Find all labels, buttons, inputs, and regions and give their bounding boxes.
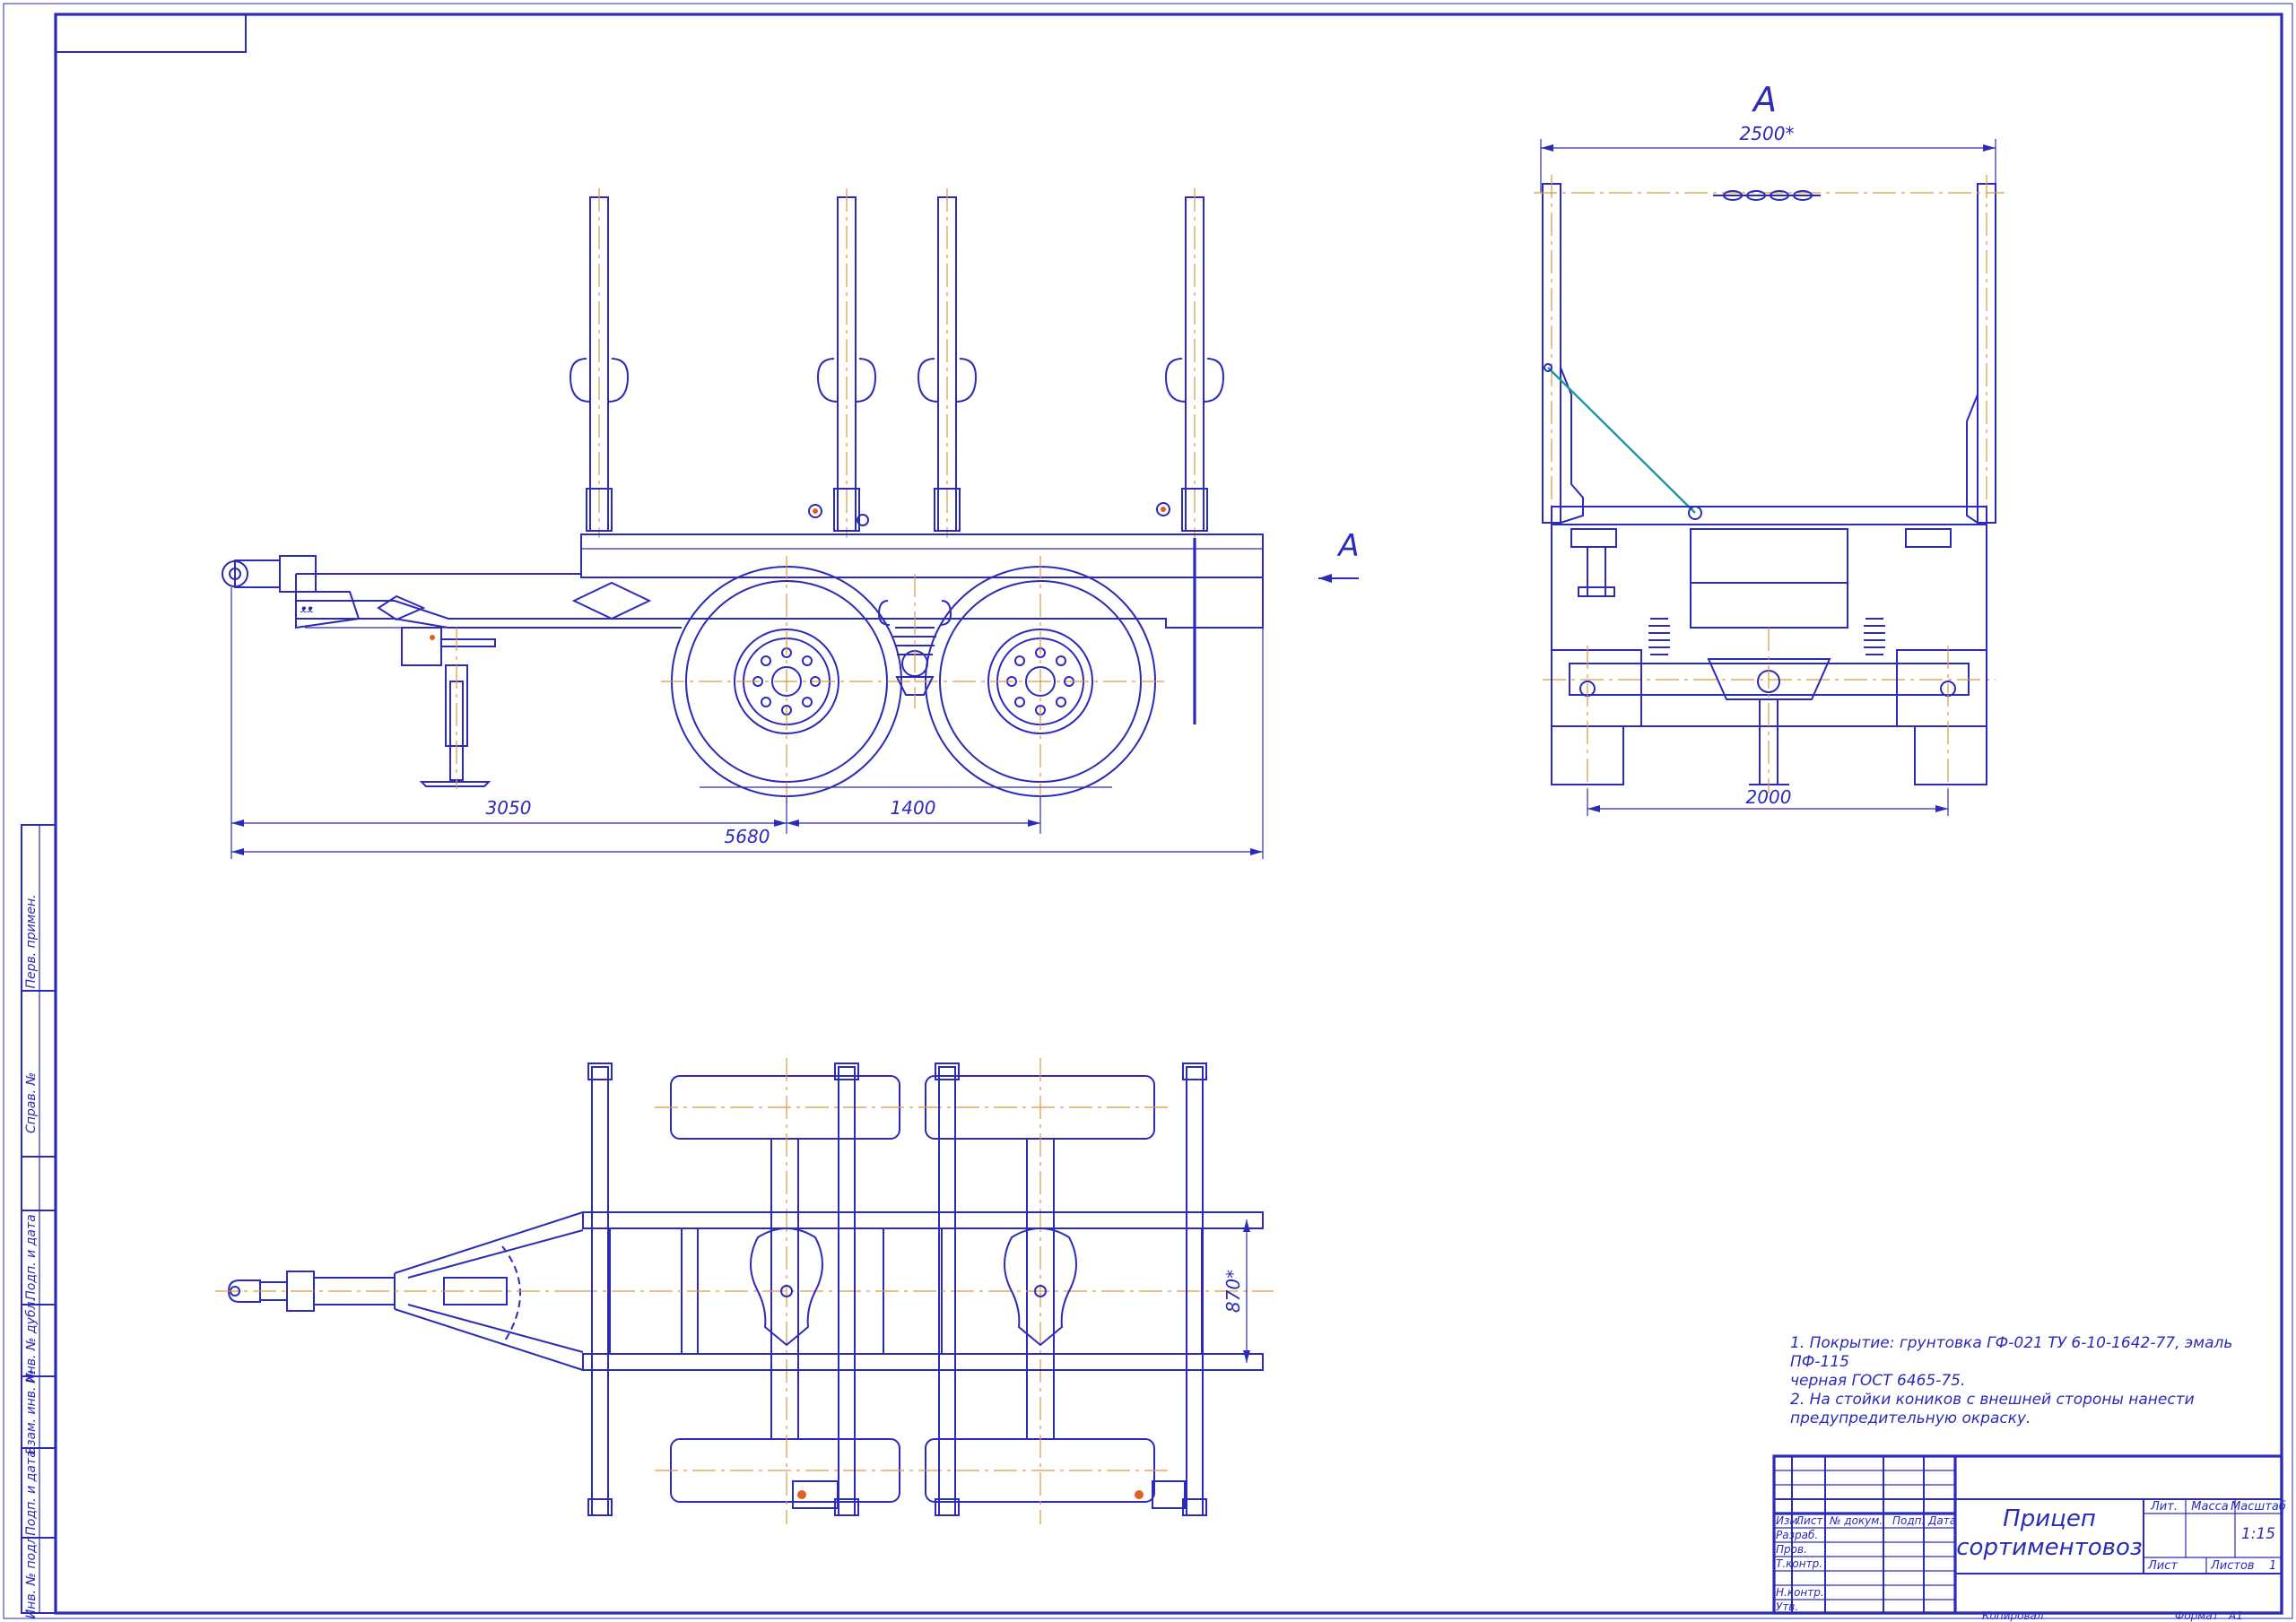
- tb-scale-value: 1:15: [2241, 1525, 2275, 1543]
- view-label: A: [1751, 80, 1777, 119]
- top-left-box: [55, 13, 247, 53]
- side-stamp: Перв. примен. Справ. № Подп. и дата Инв.…: [21, 824, 57, 1619]
- tb-lit: Лит.: [2150, 1500, 2178, 1514]
- notes: 1. Покрытие: грунтовка ГФ-021 ТУ 6-10-16…: [1790, 1334, 2266, 1428]
- dim-hitch-to-axle: 3050: [486, 797, 532, 819]
- dim-frame-width: 870*: [1222, 1270, 1244, 1313]
- dim-track: 2000: [1746, 786, 1792, 808]
- stamp-podp-data-1: Подп. и дата: [24, 1214, 39, 1299]
- tb-razrab: Разраб.: [1776, 1529, 1818, 1541]
- note-line-1: 1. Покрытие: грунтовка ГФ-021 ТУ 6-10-16…: [1790, 1334, 2233, 1371]
- tb-prov: Пров.: [1776, 1543, 1807, 1556]
- stakes-side: [569, 188, 1225, 724]
- tb-doc: № докум.: [1829, 1514, 1883, 1527]
- drawing-title-line-2: сортиментовоз: [1956, 1534, 2142, 1561]
- note-line-3: 2. На стойки коников с внешней стороны н…: [1790, 1391, 2195, 1409]
- tb-sign: Подп.: [1892, 1514, 1925, 1527]
- tb-utv: Утв.: [1776, 1600, 1798, 1613]
- title-block: Изм. Лист № докум. Подп. Дата Разраб. Пр…: [1772, 1454, 2286, 1622]
- tb-mass: Масса: [2191, 1500, 2228, 1514]
- section-arrow-label: A: [1336, 528, 1359, 564]
- stamp-vzam-inv: Взам. инв. №: [24, 1369, 39, 1454]
- dim-axle-base: 1400: [891, 797, 936, 819]
- hitch-mark: ᴥᴥ: [300, 603, 314, 615]
- stamp-perv-primen: Перв. примен.: [24, 894, 39, 988]
- tb-sheets-value: 1: [2269, 1559, 2276, 1573]
- tb-format: Формат: [2175, 1609, 2220, 1622]
- plan-view: 870*: [215, 1058, 1274, 1524]
- note-line-4: предупредительную окраску.: [1790, 1409, 2031, 1427]
- tb-format-value: А1: [2228, 1609, 2243, 1622]
- tb-nkontr: Н.контр.: [1776, 1586, 1824, 1599]
- drawing-title-line-1: Прицеп: [2003, 1505, 2096, 1532]
- dim-overall-length: 5680: [725, 826, 770, 847]
- tb-copied: Копировал: [1982, 1609, 2044, 1622]
- tb-scale-label: Масштаб: [2231, 1500, 2286, 1514]
- side-view: ᴥᴥ A 3050 1400 5680: [222, 188, 1360, 859]
- tb-list: Лист: [1795, 1514, 1823, 1527]
- tb-sheet: Лист: [2147, 1559, 2178, 1573]
- wheel-rear-side: [915, 556, 1166, 807]
- rear-view: A 2500* 2000: [1534, 80, 2005, 816]
- stamp-inv-podl: Инв. № подл.: [24, 1532, 39, 1619]
- tb-tkontr: Т.контр.: [1776, 1557, 1822, 1570]
- tb-sheets: Листов: [2210, 1559, 2255, 1573]
- wheel-front-side: [661, 556, 912, 807]
- tb-date: Дата: [1927, 1514, 1956, 1527]
- dim-width-top: 2500*: [1740, 123, 1795, 144]
- stamp-podp-data-2: Подп. и дата: [24, 1450, 39, 1535]
- note-line-2: черная ГОСТ 6465-75.: [1790, 1372, 1966, 1390]
- stamp-sprav: Справ. №: [24, 1072, 39, 1133]
